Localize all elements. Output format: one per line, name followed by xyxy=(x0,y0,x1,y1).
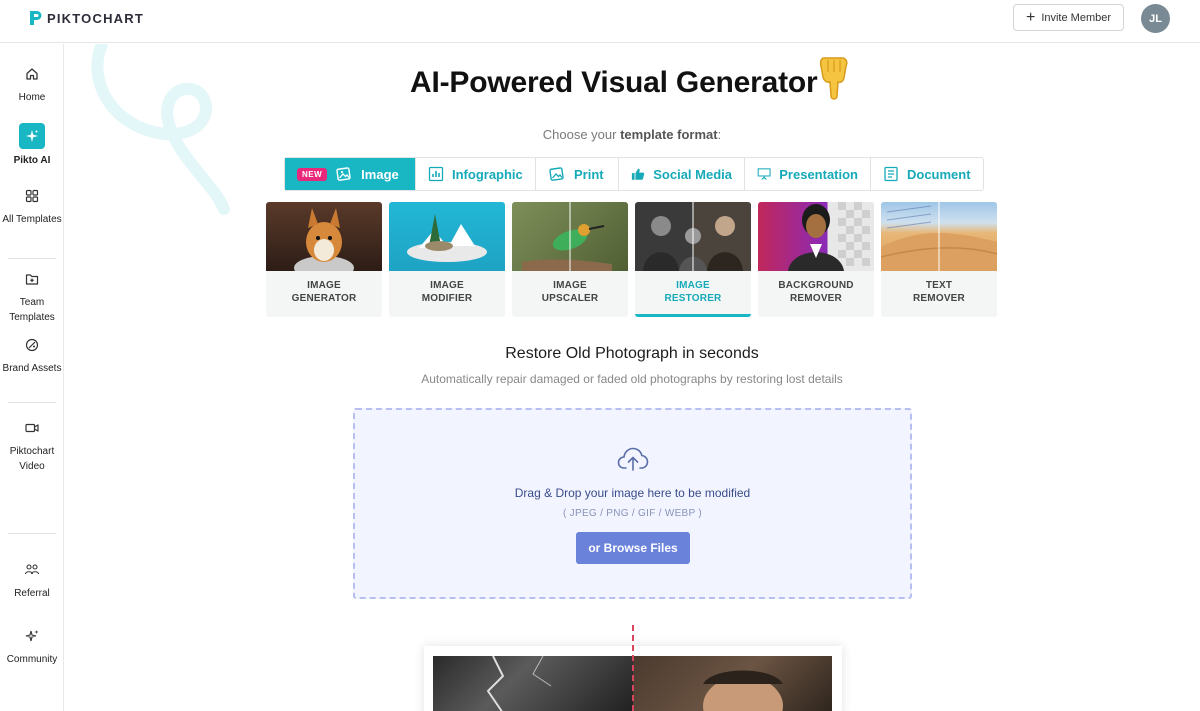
accepted-formats: ( JPEG / PNG / GIF / WEBP ) xyxy=(562,508,703,519)
tab-infographic[interactable]: Infographic xyxy=(416,158,536,190)
tool-card-image-restorer[interactable]: IMAGE RESTORER xyxy=(635,202,751,317)
prompt-suffix: : xyxy=(717,127,722,142)
cloud-upload-icon xyxy=(617,447,649,471)
tab-label: Presentation xyxy=(779,166,858,182)
sidebar-item-team-templates[interactable]: Team Templates xyxy=(0,269,64,325)
tab-print[interactable]: Print xyxy=(536,158,619,190)
image-icon xyxy=(336,167,351,181)
tab-label: Social Media xyxy=(653,166,732,182)
tool-card-label-line1: IMAGE xyxy=(307,280,341,291)
sidebar-divider xyxy=(8,258,56,259)
floating-island-thumbnail xyxy=(389,202,505,271)
sidebar-item-label: Team Templates xyxy=(9,297,55,323)
tab-presentation[interactable]: Presentation xyxy=(745,158,871,190)
old-family-photo-thumbnail xyxy=(635,202,751,271)
page-title: AI-Powered Visual Generator xyxy=(410,66,818,99)
tool-card-image-upscaler[interactable]: IMAGE UPSCALER xyxy=(512,202,628,317)
tool-card-label-line2: RESTORER xyxy=(664,293,722,304)
tool-card-label: IMAGE MODIFIER xyxy=(389,271,505,305)
sidebar-item-label: Referral xyxy=(14,588,50,599)
tab-social-media[interactable]: Social Media xyxy=(619,158,745,190)
tool-card-label-line2: GENERATOR xyxy=(291,293,357,304)
sidebar-item-label: Piktochart Video xyxy=(9,446,55,472)
tool-card-image-generator[interactable]: IMAGE GENERATOR xyxy=(266,202,382,317)
avatar[interactable]: JL xyxy=(1141,4,1170,33)
print-icon xyxy=(549,167,564,181)
tool-card-background-remover[interactable]: BACKGROUND REMOVER xyxy=(758,202,874,317)
sidebar-item-home[interactable]: Home xyxy=(0,64,64,105)
sidebar-item-piktochart-video[interactable]: Piktochart Video xyxy=(0,418,64,474)
tool-card-label-line1: BACKGROUND xyxy=(778,280,854,291)
preview-before-image xyxy=(433,655,633,711)
logo-mark-icon xyxy=(30,11,42,25)
prompt-prefix: Choose your xyxy=(542,127,621,142)
tab-label: Infographic xyxy=(452,166,523,182)
sidebar-item-community[interactable]: Community xyxy=(0,626,64,667)
tool-card-label: IMAGE RESTORER xyxy=(635,271,751,305)
thumbs-up-icon xyxy=(631,168,645,180)
brand-name: PIKTOCHART xyxy=(47,10,144,26)
tab-label: Print xyxy=(574,166,604,182)
video-icon xyxy=(22,418,42,438)
tool-card-label: IMAGE UPSCALER xyxy=(512,271,628,305)
preview-after-image xyxy=(633,656,832,711)
browse-files-button[interactable]: or Browse Files xyxy=(576,532,690,564)
tool-card-text-remover[interactable]: TEXT REMOVER xyxy=(881,202,997,317)
top-bar: PIKTOCHART + Invite Member JL xyxy=(0,0,1200,43)
tool-card-label: IMAGE GENERATOR xyxy=(266,271,382,305)
tool-card-label-line1: IMAGE xyxy=(553,280,587,291)
tool-card-label: TEXT REMOVER xyxy=(881,271,997,305)
sidebar-item-referral[interactable]: Referral xyxy=(0,560,64,601)
dropzone-instruction: Drag & Drop your image here to be modifi… xyxy=(514,486,751,500)
sidebar-divider xyxy=(8,402,56,403)
tab-label: Image xyxy=(361,166,399,182)
grid-icon xyxy=(22,186,42,206)
sidebar-item-all-templates[interactable]: All Templates xyxy=(0,186,64,227)
sidebar-item-label: Community xyxy=(6,654,58,665)
tool-card-label-line1: IMAGE xyxy=(430,280,464,291)
home-icon xyxy=(22,64,42,84)
section-subtitle: Automatically repair damaged or faded ol… xyxy=(421,372,843,386)
pointing-down-hand-icon xyxy=(819,57,848,100)
ai-tool-cards: IMAGE GENERATOR IMAGE MODIFIER IMAGE UPSCAL… xyxy=(266,202,997,317)
tool-card-label-line2: UPSCALER xyxy=(541,293,599,304)
invite-member-button[interactable]: + Invite Member xyxy=(1013,4,1124,31)
comparison-split-line[interactable] xyxy=(632,625,634,711)
people-icon xyxy=(22,560,42,580)
tab-image[interactable]: NEW Image xyxy=(285,158,416,190)
tool-card-label-line2: REMOVER xyxy=(913,293,965,304)
tool-card-label-line1: TEXT xyxy=(925,280,953,291)
invite-member-label: Invite Member xyxy=(1041,11,1112,24)
template-format-tabs: NEW Image Infographic Print Social Media… xyxy=(284,157,984,191)
sidebar-divider xyxy=(8,533,56,534)
sidebar-item-label: Home xyxy=(18,92,46,103)
tool-card-label-line1: IMAGE xyxy=(676,280,710,291)
tool-card-label-line2: MODIFIER xyxy=(421,293,473,304)
sidebar-item-label: Pikto AI xyxy=(13,155,51,166)
tool-card-label: BACKGROUND REMOVER xyxy=(758,271,874,305)
sidebar-item-label: All Templates xyxy=(2,214,62,225)
tool-card-image-modifier[interactable]: IMAGE MODIFIER xyxy=(389,202,505,317)
bar-chart-icon xyxy=(428,166,444,182)
piktochart-logo[interactable]: PIKTOCHART xyxy=(28,10,144,26)
tool-card-label-line2: REMOVER xyxy=(790,293,842,304)
image-dropzone[interactable]: Drag & Drop your image here to be modifi… xyxy=(353,408,912,599)
tab-label: Document xyxy=(907,166,971,182)
prompt-bold: template format xyxy=(620,127,718,142)
corgi-thumbnail xyxy=(266,202,382,271)
folder-plus-icon xyxy=(22,269,42,289)
sparkle-icon xyxy=(22,626,42,646)
document-icon xyxy=(884,166,898,182)
new-badge: NEW xyxy=(297,167,328,181)
plus-icon: + xyxy=(1025,8,1036,26)
bird-thumbnail xyxy=(512,202,628,271)
desert-dunes-thumbnail xyxy=(881,202,997,271)
tab-document[interactable]: Document xyxy=(871,158,983,190)
portrait-thumbnail xyxy=(758,202,874,271)
template-format-prompt: Choose your template format: xyxy=(0,127,1200,142)
section-title: Restore Old Photograph in seconds xyxy=(505,345,759,362)
presentation-icon xyxy=(757,168,771,180)
